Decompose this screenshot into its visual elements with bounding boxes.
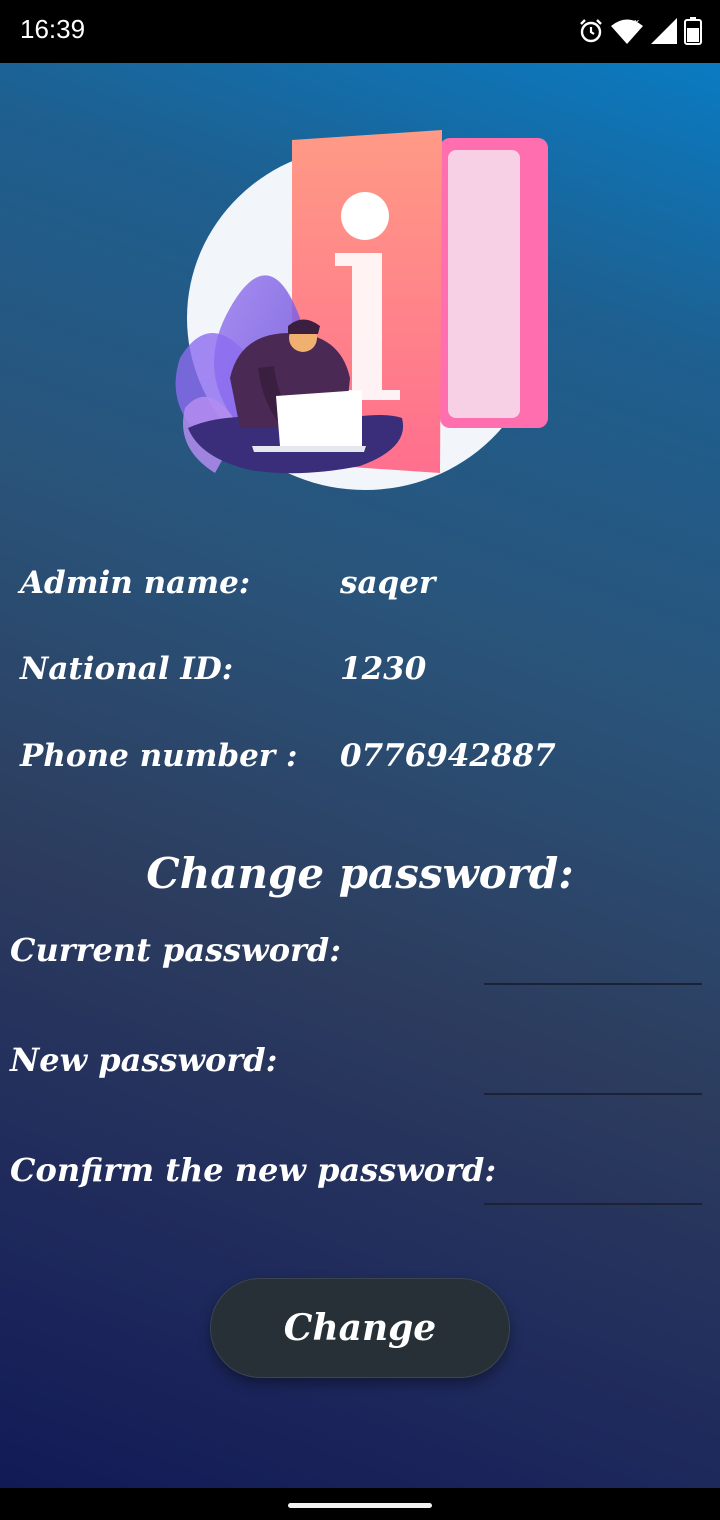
national-id-value: 1230	[340, 651, 427, 687]
national-id-row: National ID: 1230	[20, 651, 700, 701]
signal-icon	[650, 17, 678, 45]
confirm-password-input[interactable]	[484, 1159, 702, 1205]
svg-text:x: x	[634, 18, 640, 28]
home-gesture-handle[interactable]	[288, 1503, 432, 1508]
wifi-icon: x	[610, 17, 644, 45]
navigation-bar	[0, 1488, 720, 1520]
phone-number-row: Phone number : 0776942887	[20, 738, 700, 788]
current-password-row: Current password:	[10, 931, 710, 1001]
admin-profile-screen: Admin name: saqer National ID: 1230 Phon…	[0, 63, 720, 1488]
battery-icon	[684, 17, 702, 45]
admin-name-value: saqer	[340, 565, 436, 601]
confirm-password-label: Confirm the new password:	[10, 1151, 497, 1189]
phone-number-label: Phone number :	[20, 738, 298, 774]
national-id-label: National ID:	[20, 651, 234, 687]
status-bar: 16:39 x	[0, 0, 720, 63]
change-button[interactable]: Change	[210, 1278, 510, 1378]
alarm-icon	[578, 18, 604, 44]
new-password-input[interactable]	[484, 1049, 702, 1095]
phone-number-value: 0776942887	[340, 738, 556, 774]
current-password-input[interactable]	[484, 939, 702, 985]
change-password-title: Change password:	[146, 849, 574, 898]
new-password-row: New password:	[10, 1041, 710, 1111]
admin-name-label: Admin name:	[20, 565, 251, 601]
current-password-label: Current password:	[10, 931, 342, 969]
confirm-password-row: Confirm the new password:	[10, 1151, 710, 1221]
admin-name-row: Admin name: saqer	[20, 565, 700, 615]
new-password-label: New password:	[10, 1041, 278, 1079]
info-folder-illustration	[170, 128, 550, 493]
status-icons: x	[578, 14, 702, 48]
status-time: 16:39	[20, 14, 86, 44]
